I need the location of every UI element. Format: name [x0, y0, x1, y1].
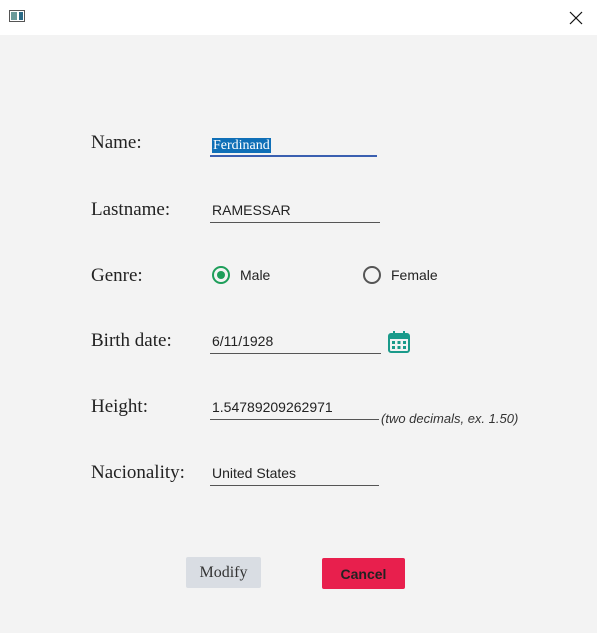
nationality-field[interactable]: United States	[210, 462, 379, 486]
height-hint: (two decimals, ex. 1.50)	[381, 411, 519, 426]
cancel-button[interactable]: Cancel	[322, 558, 405, 589]
radio-female[interactable]: Female	[363, 266, 438, 284]
close-button[interactable]	[555, 0, 597, 35]
lastname-label: Lastname:	[91, 199, 171, 220]
birth-date-field-value: 6/11/1928	[212, 333, 274, 349]
radio-female-label: Female	[391, 267, 438, 283]
birth-date-label: Birth date:	[91, 330, 172, 351]
height-label: Height:	[91, 396, 148, 417]
height-field-value: 1.54789209262971	[212, 399, 333, 415]
name-label: Name:	[91, 132, 142, 153]
radio-male-label: Male	[240, 267, 271, 283]
close-icon	[569, 11, 583, 24]
title-bar	[0, 0, 597, 35]
birth-date-field[interactable]: 6/11/1928	[210, 330, 381, 354]
height-field[interactable]: 1.54789209262971	[210, 396, 379, 420]
nationality-field-value: United States	[212, 465, 297, 481]
calendar-icon[interactable]	[388, 331, 410, 353]
genre-label: Genre:	[91, 265, 143, 286]
name-field[interactable]: Ferdinand	[210, 133, 377, 157]
radio-male[interactable]: Male	[212, 266, 270, 284]
radio-male-indicator	[212, 266, 230, 284]
lastname-field[interactable]: RAMESSAR	[210, 199, 380, 223]
lastname-field-value: RAMESSAR	[212, 202, 291, 218]
modify-button[interactable]: Modify	[186, 557, 261, 588]
nationality-label: Nacionality:	[91, 462, 185, 483]
app-window-icon	[9, 10, 25, 22]
name-field-value: Ferdinand	[212, 138, 271, 153]
radio-female-indicator	[363, 266, 381, 284]
